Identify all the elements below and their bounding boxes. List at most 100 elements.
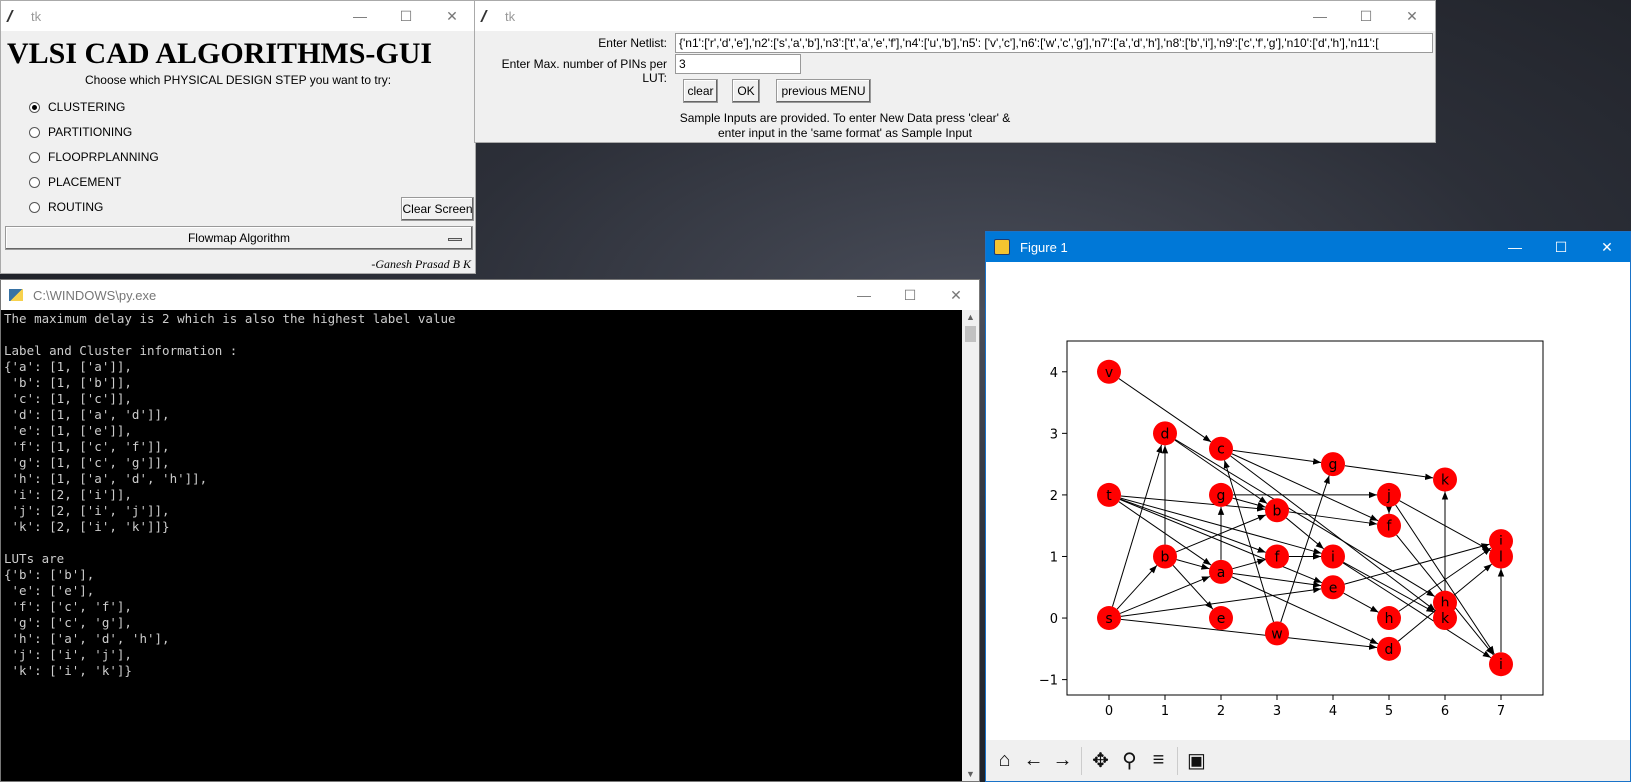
algorithm-menu-button[interactable]: Flowmap Algorithm [5, 226, 473, 250]
home-icon[interactable]: ⌂ [990, 746, 1019, 775]
minimize-icon[interactable]: — [841, 280, 887, 310]
pan-icon[interactable]: ✥ [1086, 746, 1115, 775]
title-bar[interactable]: C:\WINDOWS\py.exe — ☐ ✕ [1, 280, 979, 310]
console-line: 'd': [1, ['a', 'd']], [4, 407, 170, 422]
maximize-icon[interactable]: ☐ [887, 280, 933, 310]
x-tick-label: 6 [1441, 704, 1449, 719]
node-label: e [1329, 580, 1338, 596]
x-tick-label: 3 [1273, 704, 1281, 719]
sample-note-line2: enter input in the 'same format' as Samp… [717, 126, 973, 140]
console-scrollbar[interactable]: ▲ ▼ [962, 310, 979, 781]
configure-icon[interactable]: ≡ [1144, 746, 1173, 775]
console-line: 'h': [1, ['a', 'd', 'h']], [4, 471, 208, 486]
window-title: C:\WINDOWS\py.exe [33, 287, 157, 303]
toolbar-separator [1177, 746, 1178, 775]
x-tick-label: 5 [1385, 704, 1393, 719]
previous-menu-button[interactable]: previous MENU [776, 79, 871, 103]
node-label: k [1441, 473, 1450, 489]
node-label: b [1273, 503, 1282, 519]
console-line: 'c': [1, ['c']], [4, 391, 132, 406]
radio-option-placement[interactable]: PLACEMENT [29, 175, 121, 189]
x-tick-label: 7 [1497, 704, 1505, 719]
console-line: 'j': ['i', 'j'], [4, 647, 132, 662]
matplotlib-icon [994, 239, 1010, 255]
close-icon[interactable]: ✕ [429, 1, 475, 31]
step-prompt: Choose which PHYSICAL DESIGN STEP you wa… [84, 73, 392, 87]
figure-toolbar: ⌂ ← → ✥ ⚲ ≡ ▣ [986, 740, 1630, 781]
app-heading: VLSI CAD ALGORITHMS-GUI [7, 37, 433, 70]
scroll-up-icon[interactable]: ▲ [962, 310, 979, 324]
title-bar[interactable]: Figure 1 — ☐ ✕ [986, 232, 1630, 262]
node-label: k [1441, 611, 1450, 627]
node-label: d [1161, 426, 1170, 442]
save-icon[interactable]: ▣ [1182, 746, 1211, 775]
radio-button-icon[interactable] [29, 151, 40, 163]
author-signature: -Ganesh Prasad B K [371, 257, 471, 271]
radio-label: FLOOPRPLANNING [48, 150, 159, 164]
x-tick-label: 1 [1161, 704, 1169, 719]
x-tick-label: 0 [1105, 704, 1113, 719]
console-line: 'e': ['e'], [4, 583, 95, 598]
algorithm-menu-label: Flowmap Algorithm [187, 231, 291, 245]
node-label: g [1217, 488, 1226, 504]
console-line: {'a': [1, ['a']], [4, 359, 132, 374]
console-line: 'g': ['c', 'g'], [4, 615, 132, 630]
console-line: 'e': [1, ['e']], [4, 423, 132, 438]
back-icon[interactable]: ← [1019, 746, 1048, 775]
radio-button-icon[interactable] [29, 126, 40, 138]
radio-button-icon[interactable] [29, 201, 40, 213]
title-bar[interactable]: tk — ☐ ✕ [1, 1, 475, 31]
netlist-label: Enter Netlist: [598, 36, 667, 50]
radio-option-partitioning[interactable]: PARTITIONING [29, 125, 132, 139]
clear-screen-button[interactable]: Clear Screen [401, 197, 474, 221]
y-tick-label: 0 [1050, 612, 1058, 627]
tk-feather-icon [480, 10, 498, 22]
close-icon[interactable]: ✕ [1584, 232, 1630, 262]
node-label: l [1499, 549, 1503, 565]
node-label: a [1217, 565, 1226, 581]
radio-label: ROUTING [48, 200, 104, 214]
node-label: b [1161, 549, 1170, 565]
clear-button[interactable]: clear [683, 79, 718, 103]
minimize-icon[interactable]: — [1492, 232, 1538, 262]
y-tick-label: 1 [1050, 550, 1058, 565]
minimize-icon[interactable]: — [337, 1, 383, 31]
radio-button-icon[interactable] [29, 101, 40, 113]
y-tick-label: 3 [1050, 427, 1058, 442]
maximize-icon[interactable]: ☐ [1343, 1, 1389, 31]
netlist-input[interactable]: {'n1':['r','d','e'],'n2':['s','a','b'],'… [675, 33, 1433, 53]
y-tick-label: −1 [1039, 674, 1058, 689]
forward-icon[interactable]: → [1048, 746, 1077, 775]
ok-button[interactable]: OK [732, 79, 760, 103]
close-icon[interactable]: ✕ [933, 280, 979, 310]
scroll-thumb[interactable] [965, 326, 976, 342]
sample-note-line1: Sample Inputs are provided. To enter New… [679, 111, 1011, 125]
radio-option-flooprplanning[interactable]: FLOOPRPLANNING [29, 150, 159, 164]
node-label: v [1105, 365, 1113, 381]
radio-option-routing[interactable]: ROUTING [29, 200, 103, 214]
minimize-icon[interactable]: — [1297, 1, 1343, 31]
menu-indicator-icon [448, 238, 462, 241]
x-tick-label: 4 [1329, 704, 1337, 719]
console-line: 'k': [2, ['i', 'k']]} [4, 519, 170, 534]
close-icon[interactable]: ✕ [1389, 1, 1435, 31]
pins-input[interactable]: 3 [675, 54, 801, 74]
console-line: 'i': [2, ['i']], [4, 487, 132, 502]
scroll-down-icon[interactable]: ▼ [962, 767, 979, 781]
console-line: The maximum delay is 2 which is also the… [4, 311, 456, 326]
maximize-icon[interactable]: ☐ [383, 1, 429, 31]
x-tick-label: 2 [1217, 704, 1225, 719]
maximize-icon[interactable]: ☐ [1538, 232, 1584, 262]
graph-plot[interactable]: 0 1 2 3 4 5 6 7−101234 vtsdbcgaebfwgiejfhdkhkjli [986, 262, 1630, 740]
zoom-icon[interactable]: ⚲ [1115, 746, 1144, 775]
window-title: Figure 1 [1020, 239, 1068, 255]
node-label: j [1386, 488, 1391, 504]
tk-feather-icon [6, 10, 24, 22]
radio-button-icon[interactable] [29, 176, 40, 188]
node-label: h [1385, 611, 1394, 627]
console-line: 'j': [2, ['i', 'j']], [4, 503, 170, 518]
radio-option-clustering[interactable]: CLUSTERING [29, 100, 125, 114]
y-tick-label: 2 [1050, 489, 1058, 504]
title-bar[interactable]: tk — ☐ ✕ [475, 1, 1435, 31]
